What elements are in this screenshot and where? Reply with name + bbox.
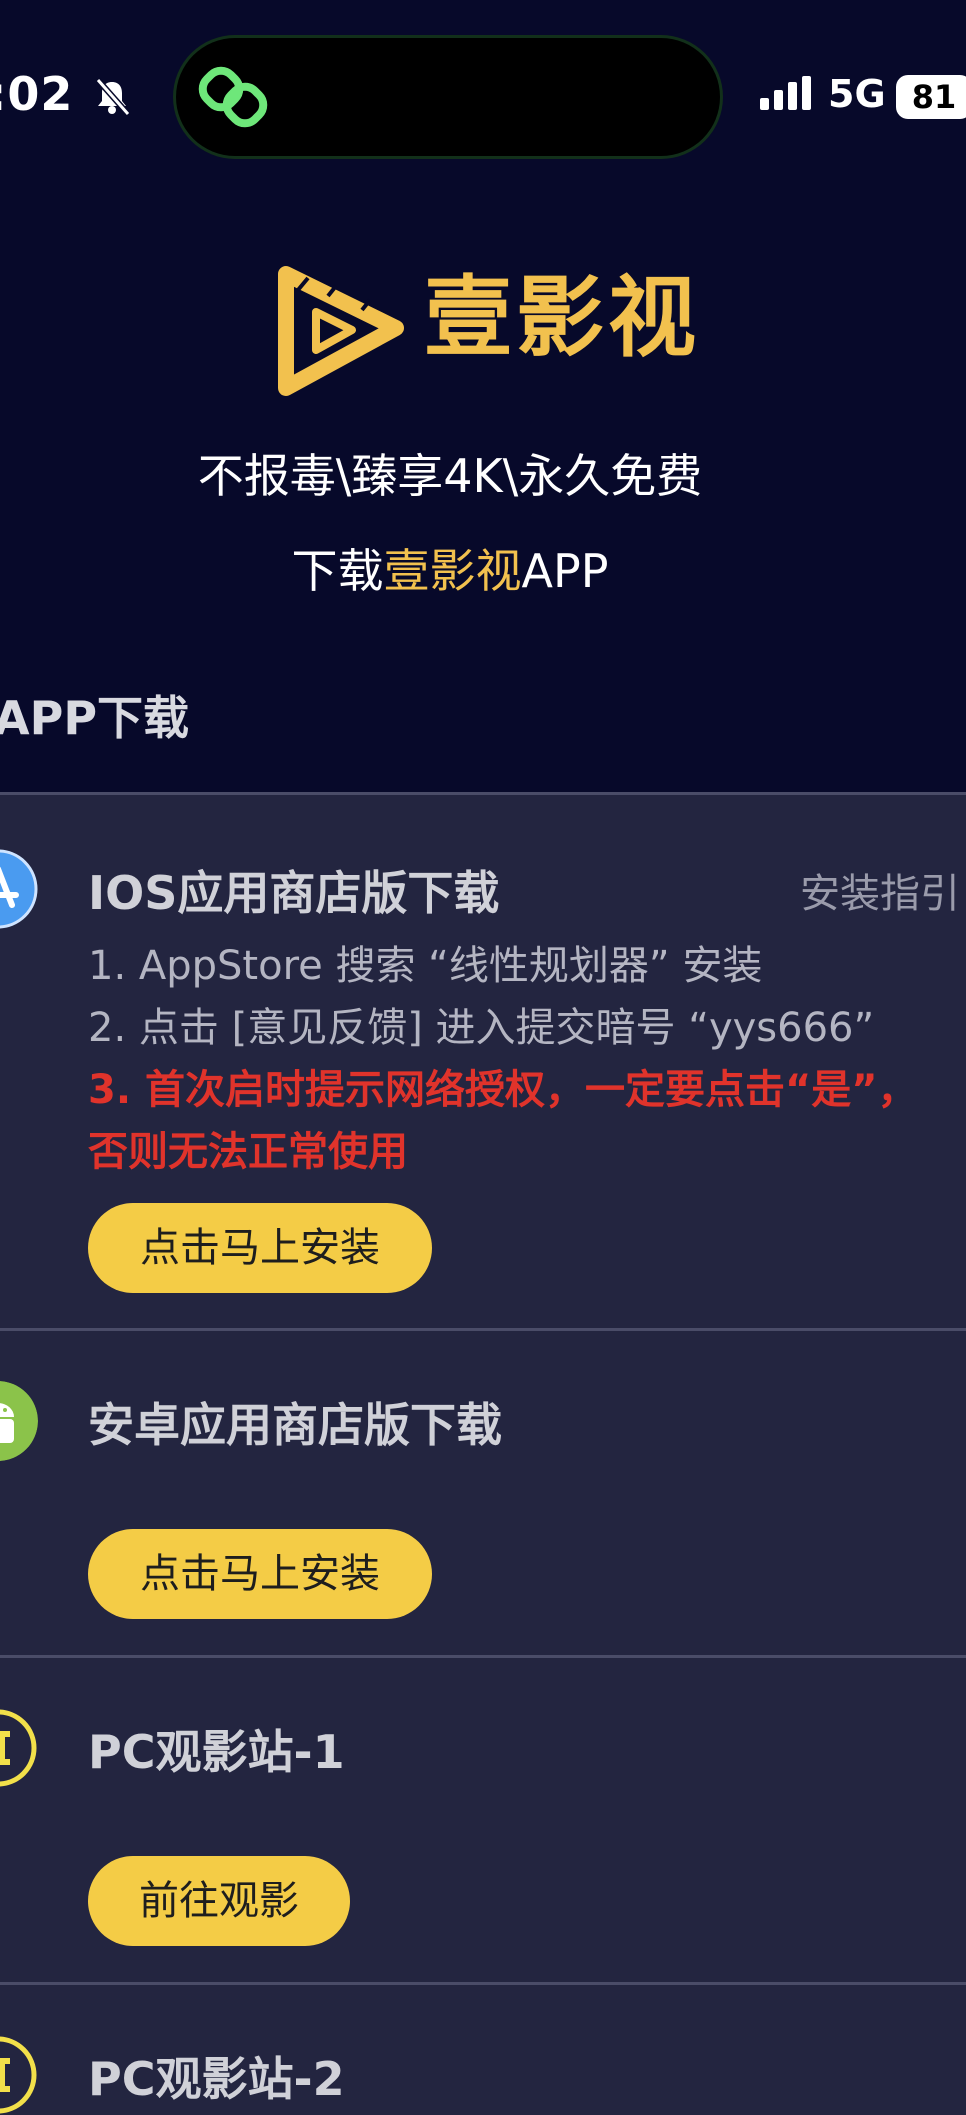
pc-site-2-title: PC观影站-2	[88, 2052, 345, 2106]
android-install-button[interactable]: 点击马上安装	[88, 1529, 432, 1619]
android-card-title: 安卓应用商店版下载	[88, 1398, 502, 1452]
download-heading: 下载壹影视APP	[0, 535, 900, 601]
bell-muted-icon	[95, 78, 131, 116]
section-title: APP下载	[0, 691, 190, 745]
signal-icon	[760, 76, 811, 110]
ios-step-2: 2. 点击 [意见反馈] 进入提交暗号 “yys666”	[88, 1005, 875, 1051]
download-prefix: 下载	[291, 544, 384, 598]
status-time: :02	[0, 67, 74, 121]
film-play-logo-icon	[278, 266, 404, 396]
status-bar: :02 5G 81	[0, 0, 966, 190]
network-type: 5G	[828, 72, 886, 116]
ios-warning-line-1: 3. 首次启时提示网络授权，一定要点击“是”，	[88, 1067, 918, 1113]
install-guide-link[interactable]: 安装指引	[800, 861, 960, 919]
ios-install-button[interactable]: 点击马上安装	[88, 1203, 432, 1293]
android-download-card: 安卓应用商店版下载 点击马上安装	[0, 1328, 966, 1659]
ios-download-card: IOS应用商店版下载 安装指引 1. AppStore 搜索 “线性规划器” 安…	[0, 792, 966, 1341]
pc-icon	[0, 2036, 37, 2114]
slogan: 不报毒\臻享4K\永久免费	[197, 449, 703, 503]
pc-site-1-title: PC观影站-1	[88, 1725, 345, 1779]
download-brand: 壹影视	[383, 544, 522, 598]
link-icon	[198, 66, 268, 128]
pc-site-1-card: PC观影站-1 前往观影	[0, 1655, 966, 1986]
pc-site-1-watch-button[interactable]: 前往观影	[88, 1856, 350, 1946]
brand-name: 壹影视	[424, 266, 701, 369]
pc-site-2-card: PC观影站-2	[0, 1982, 966, 2115]
pc-icon	[0, 1709, 37, 1787]
ios-card-title: IOS应用商店版下载	[88, 866, 500, 920]
app-store-icon	[0, 849, 38, 929]
ios-warning-line-2: 否则无法正常使用	[88, 1129, 408, 1175]
android-icon	[0, 1381, 38, 1461]
dynamic-island	[176, 38, 720, 156]
ios-step-1: 1. AppStore 搜索 “线性规划器” 安装	[88, 943, 763, 989]
battery-indicator: 81	[896, 75, 966, 119]
download-suffix: APP	[521, 544, 609, 598]
